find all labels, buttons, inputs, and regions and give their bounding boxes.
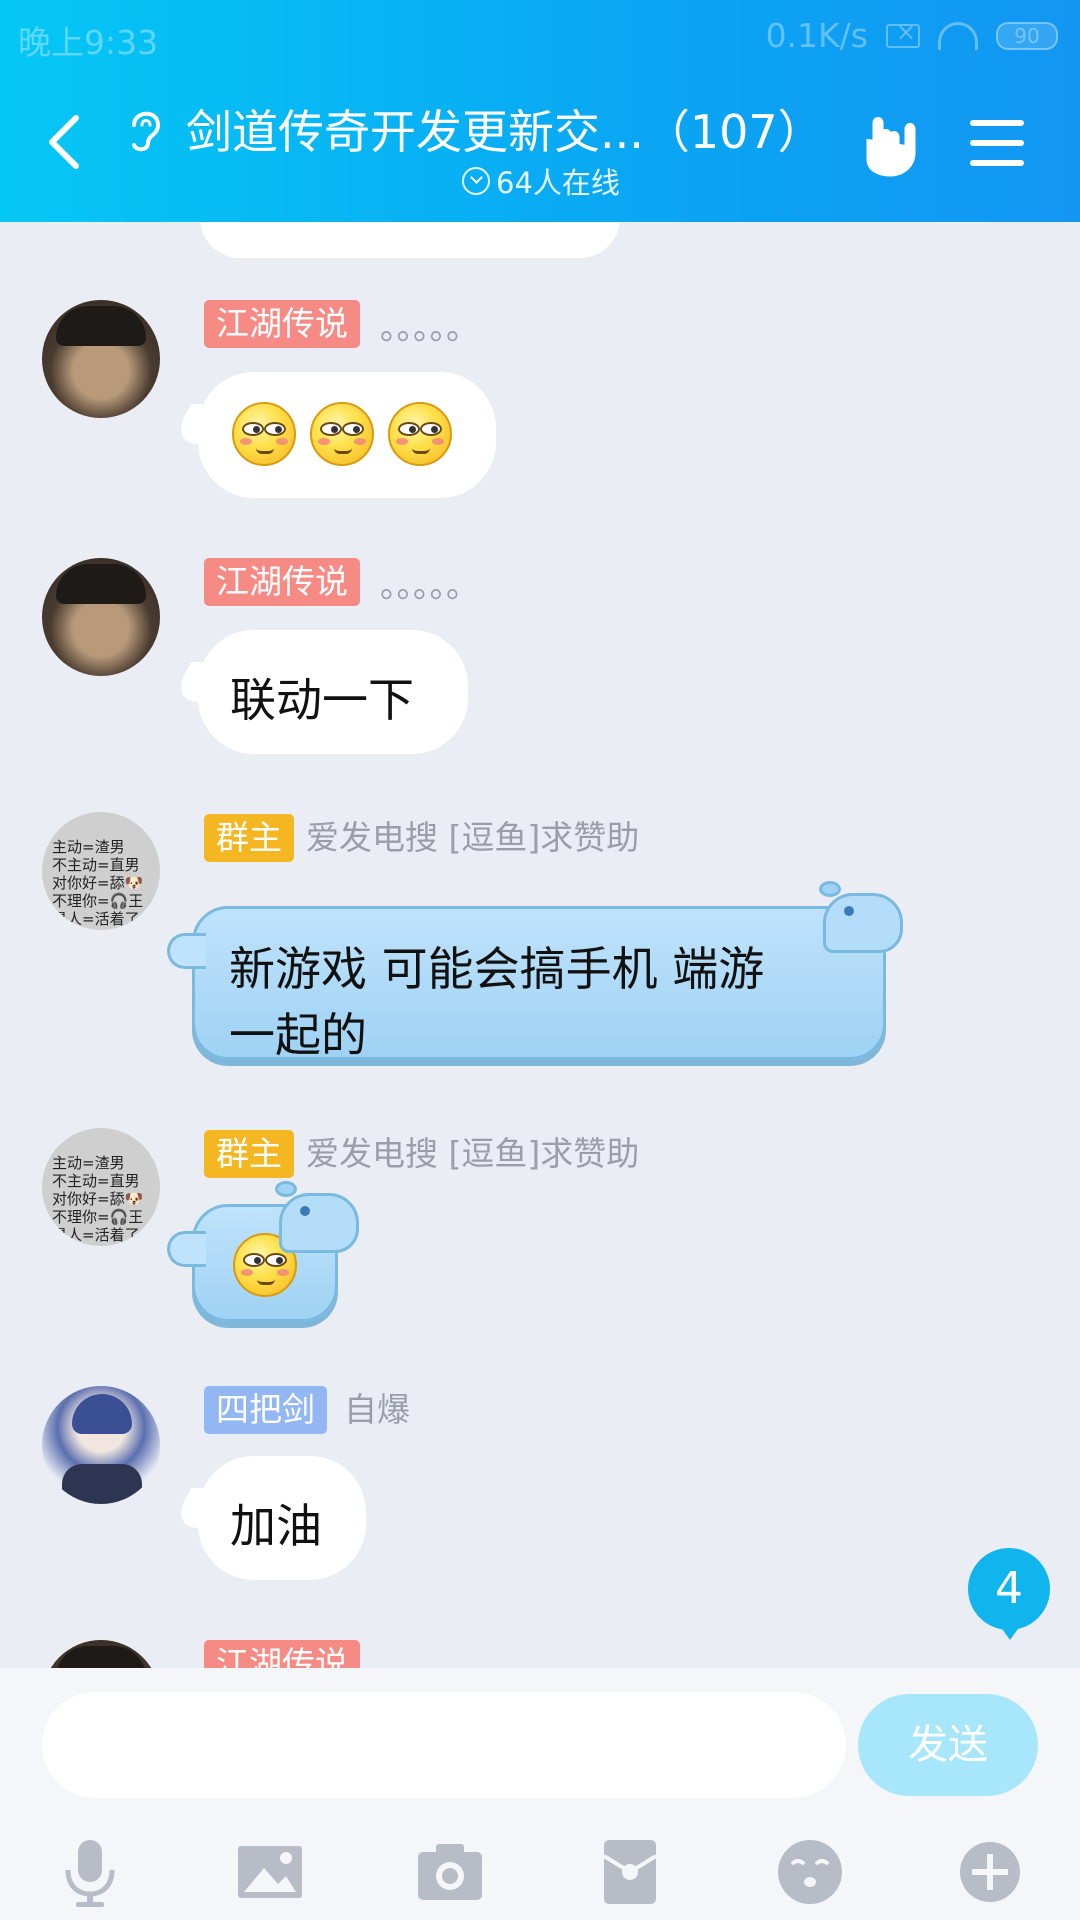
microphone-icon[interactable] bbox=[54, 1836, 126, 1908]
sender-nickname[interactable]: 爱发电搜 [逗鱼]求赞助 bbox=[306, 1130, 639, 1178]
avatar-text-4: 不理你=🎧王 bbox=[52, 892, 144, 910]
avatar[interactable] bbox=[42, 558, 160, 676]
red-packet-icon[interactable] bbox=[594, 1836, 666, 1908]
member-title-badge: 江湖传说 bbox=[204, 558, 360, 606]
back-arrow-icon[interactable] bbox=[44, 112, 84, 172]
member-title-badge: 江湖传说 bbox=[204, 1640, 360, 1668]
emoji-icon[interactable] bbox=[774, 1836, 846, 1908]
hand-gesture-icon[interactable] bbox=[860, 115, 920, 177]
menu-icon[interactable] bbox=[970, 120, 1024, 170]
hippo-ear-decoration bbox=[275, 1181, 297, 1197]
chevron-down-icon bbox=[462, 167, 490, 195]
smirk-emoji-icon bbox=[388, 402, 452, 466]
composer-toolbar bbox=[0, 1818, 1080, 1918]
message-text: 加油 bbox=[230, 1499, 322, 1553]
network-speed: 0.1K/s bbox=[765, 16, 868, 55]
status-indicators: 0.1K/s 90 bbox=[766, 16, 1058, 55]
smirk-emoji-icon bbox=[232, 402, 296, 466]
sender-nickname[interactable]: 自爆 bbox=[344, 1386, 410, 1434]
message-list[interactable]: 江湖传说 。。。。。 江湖传说 。。。。。 联动一下 主动=渣男 不主动=直男 … bbox=[0, 222, 1080, 1668]
message-bubble[interactable]: 新游戏 可能会搞手机 端游 一起的 bbox=[167, 881, 903, 1062]
avatar-text-5: 是人=活着了 bbox=[52, 1226, 140, 1244]
sender-nickname[interactable]: 。。。。。 bbox=[380, 562, 479, 610]
message-bubble[interactable] bbox=[198, 372, 496, 498]
hippo-decoration bbox=[823, 893, 903, 953]
avatar-text-2: 不主动=直男 bbox=[52, 1172, 140, 1190]
image-icon[interactable] bbox=[234, 1836, 306, 1908]
avatar[interactable]: 主动=渣男 不主动=直男 对你好=舔🐶 不理你=🎧王 是人=活着了 bbox=[42, 812, 160, 930]
avatar[interactable]: 主动=渣男 不主动=直男 对你好=舔🐶 不理你=🎧王 是人=活着了 bbox=[42, 1128, 160, 1246]
avatar-text-1: 主动=渣男 bbox=[52, 838, 125, 856]
message-text-line-2: 一起的 bbox=[229, 1008, 367, 1062]
owner-badge: 群主 bbox=[204, 1130, 294, 1178]
message-text-line-1: 新游戏 可能会搞手机 端游 bbox=[229, 942, 765, 996]
plus-icon[interactable] bbox=[954, 1836, 1026, 1908]
ear-icon[interactable] bbox=[122, 103, 166, 153]
avatar-text-3: 对你好=舔🐶 bbox=[52, 1190, 144, 1208]
composer: 发送 bbox=[0, 1668, 1080, 1920]
emoji-row bbox=[232, 402, 452, 466]
chat-header: 晚上9:33 0.1K/s 90 剑道传奇开发更新交...（107） 64人在线 bbox=[0, 0, 1080, 222]
avatar-text-4: 不理你=🎧王 bbox=[52, 1208, 144, 1226]
avatar[interactable] bbox=[42, 1640, 160, 1668]
avatar-text-2: 不主动=直男 bbox=[52, 856, 140, 874]
group-title[interactable]: 剑道传奇开发更新交...（107） bbox=[186, 96, 824, 162]
member-title-badge: 江湖传说 bbox=[204, 300, 360, 348]
sender-nickname[interactable]: 爱发电搜 [逗鱼]求赞助 bbox=[306, 814, 639, 862]
wifi-icon bbox=[938, 21, 978, 50]
online-count-label: 64人在线 bbox=[496, 166, 620, 200]
sender-nickname[interactable]: 。。。。。 bbox=[380, 304, 479, 352]
hippo-decoration bbox=[279, 1193, 359, 1253]
message-bubble[interactable] bbox=[167, 1181, 359, 1322]
camera-icon[interactable] bbox=[414, 1836, 486, 1908]
avatar-text-3: 对你好=舔🐶 bbox=[52, 874, 144, 892]
send-button[interactable]: 发送 bbox=[858, 1694, 1038, 1796]
smirk-emoji-icon bbox=[310, 402, 374, 466]
message-input[interactable] bbox=[42, 1692, 846, 1798]
unread-count-badge[interactable]: 4 bbox=[968, 1548, 1050, 1640]
avatar-text-5: 是人=活着了 bbox=[52, 910, 140, 928]
message-text: 联动一下 bbox=[230, 673, 414, 727]
avatar[interactable] bbox=[42, 300, 160, 418]
online-count[interactable]: 64人在线 bbox=[462, 160, 620, 202]
sim-icon bbox=[886, 18, 920, 48]
hippo-ear-decoration bbox=[819, 881, 841, 897]
status-bar: 晚上9:33 0.1K/s 90 bbox=[0, 0, 1080, 74]
message-bubble[interactable]: 联动一下 bbox=[198, 630, 468, 754]
previous-message-bubble bbox=[200, 222, 620, 258]
owner-badge: 群主 bbox=[204, 814, 294, 862]
status-time: 晚上9:33 bbox=[18, 23, 159, 62]
avatar[interactable] bbox=[42, 1386, 160, 1504]
avatar-text-1: 主动=渣男 bbox=[52, 1154, 125, 1172]
battery-icon: 90 bbox=[996, 21, 1058, 50]
member-title-badge: 四把剑 bbox=[204, 1386, 327, 1434]
message-bubble[interactable]: 加油 bbox=[198, 1456, 366, 1580]
